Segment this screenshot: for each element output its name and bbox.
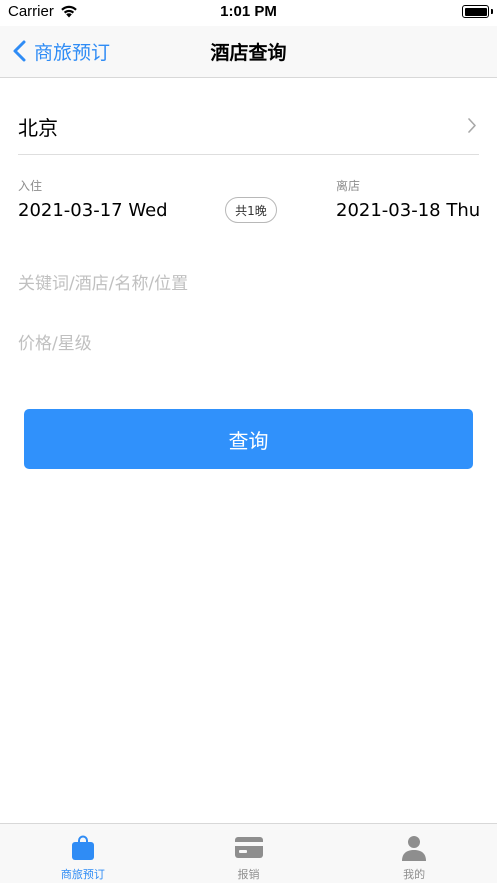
bag-icon: [71, 835, 94, 860]
credit-card-icon: [234, 837, 263, 858]
tab-profile-label: 我的: [403, 868, 426, 881]
status-time: 1:01 PM: [220, 3, 277, 20]
status-bar: Carrier 1:01 PM: [0, 0, 497, 26]
tab-booking-label: 商旅预订: [60, 868, 105, 881]
tab-booking[interactable]: 商旅预订: [0, 824, 166, 883]
chevron-right-icon: [468, 118, 476, 133]
navigation-bar: 商旅预订 酒店查询: [0, 26, 497, 78]
city-label: 北京: [18, 116, 58, 140]
battery-fill: [464, 7, 487, 16]
checkin-date[interactable]: 2021-03-17 Wed: [18, 200, 168, 221]
date-range: 入住 2021-03-17 Wed 共1晚 离店 2021-03-18 Thu: [18, 170, 497, 230]
checkin-caption: 入住: [18, 179, 43, 193]
nights-badge: 共1晚: [225, 197, 277, 223]
battery-icon: [462, 5, 489, 18]
city-selector[interactable]: 北京: [18, 96, 479, 155]
checkout-caption: 离店: [336, 179, 361, 193]
page-title: 酒店查询: [210, 42, 287, 64]
tab-reimbursement-label: 报销: [237, 868, 260, 881]
price-star-selector[interactable]: 价格/星级: [18, 324, 479, 364]
tab-reimbursement[interactable]: 报销: [166, 824, 332, 883]
keyword-input[interactable]: [18, 264, 479, 304]
search-button[interactable]: 查询: [24, 409, 473, 469]
battery-cap: [491, 9, 493, 14]
tab-profile[interactable]: 我的: [331, 824, 497, 883]
person-icon: [402, 836, 427, 861]
checkout-date[interactable]: 2021-03-18 Thu: [336, 200, 480, 221]
tab-bar: 商旅预订 报销 我的: [0, 823, 497, 883]
